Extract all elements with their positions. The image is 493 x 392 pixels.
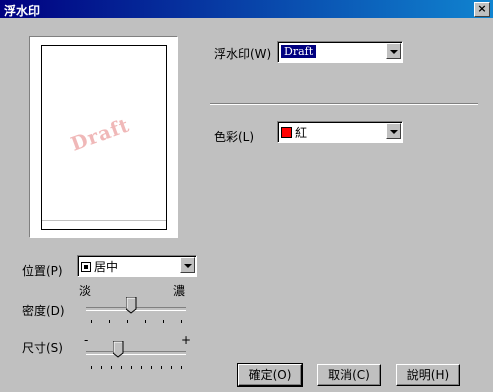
watermark-dropdown-arrow-icon[interactable] [386,43,401,59]
separator-line [210,103,478,105]
ok-button[interactable]: 確定(O) [237,363,303,387]
size-label: 尺寸(S) [22,341,63,355]
watermark-select[interactable]: Draft [277,41,403,63]
watermark-select-value: Draft [281,45,317,58]
position-select[interactable]: 居中 [77,255,197,277]
size-slider[interactable] [86,340,186,374]
color-select-value: 紅 [295,126,308,140]
size-slider-ticks [86,366,186,370]
close-icon: × [477,2,487,15]
red-swatch-icon [281,127,292,138]
position-dropdown-arrow-icon[interactable] [180,257,195,273]
density-label: 密度(D) [22,304,65,318]
window-title: 浮水印 [4,4,41,18]
density-slider[interactable] [86,296,186,328]
color-label: 色彩(L) [214,130,255,144]
position-label: 位置(P) [22,264,63,278]
title-bar: 浮水印 × [0,0,493,18]
density-slider-thumb[interactable] [126,297,137,314]
size-slider-track [86,351,186,355]
close-button[interactable]: × [474,2,490,17]
preview-page-footer-line [42,220,166,221]
color-select[interactable]: 紅 [277,121,403,143]
center-position-icon [81,262,91,272]
preview-watermark-text: Draft [68,114,133,156]
preview-page: Draft [41,45,167,230]
size-slider-thumb[interactable] [113,341,124,358]
watermark-label: 浮水印(W) [214,47,272,61]
cancel-button[interactable]: 取消(C) [317,364,381,386]
color-dropdown-arrow-icon[interactable] [386,123,401,139]
help-button[interactable]: 說明(H) [396,364,460,386]
position-select-value: 居中 [94,260,119,274]
watermark-preview: Draft [29,36,178,238]
density-slider-ticks [86,320,186,324]
